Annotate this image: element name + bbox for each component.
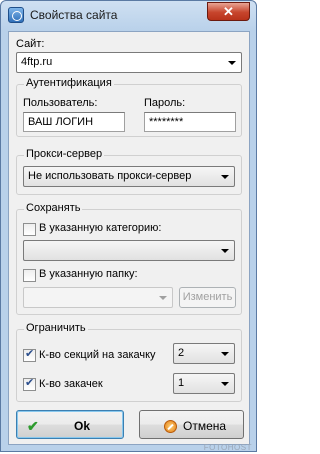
window-title: Свойства сайта [30, 8, 118, 22]
category-select[interactable] [23, 240, 235, 261]
chevron-down-icon[interactable] [221, 249, 229, 253]
sections-checkbox[interactable] [23, 347, 36, 362]
cancel-button[interactable]: Отмена [139, 410, 244, 439]
change-folder-button[interactable]: Изменить [179, 287, 236, 308]
password-label: Пароль: [144, 97, 186, 109]
proxy-selected-value: Не использовать прокси-сервер [28, 170, 192, 182]
sections-select[interactable]: 2 [173, 343, 235, 364]
save-group: Сохранять В указанную категорию: В указа… [16, 202, 242, 315]
limit-group-title: Ограничить [24, 322, 88, 334]
site-combobox[interactable]: 4ftp.ru [16, 52, 242, 73]
chevron-down-icon[interactable] [221, 382, 229, 386]
user-value: ВАШ ЛОГИН [28, 116, 94, 128]
downloads-label[interactable]: К-во закачек [39, 378, 103, 390]
title-bar[interactable]: Свойства сайта ✕ [1, 1, 256, 31]
sections-label[interactable]: К-во секций на закачку [39, 349, 156, 361]
proxy-group-title: Прокси-сервер [24, 148, 105, 160]
checkmark-icon: ✔ [27, 418, 39, 434]
downloads-select[interactable]: 1 [173, 373, 235, 394]
folder-combobox[interactable] [23, 287, 173, 308]
dialog-body: Сайт: 4ftp.ru Аутентификация Пользовател… [8, 31, 250, 445]
user-label: Пользователь: [23, 97, 98, 109]
cancel-label: Отмена [183, 419, 227, 433]
to-category-label[interactable]: В указанную категорию: [39, 222, 161, 234]
globe-icon [8, 7, 24, 23]
chevron-down-icon[interactable] [159, 296, 167, 300]
proxy-group: Прокси-сервер Не использовать прокси-сер… [16, 148, 242, 195]
site-label: Сайт: [16, 38, 45, 50]
auth-group-title: Аутентификация [24, 77, 114, 89]
dialog-window: Свойства сайта ✕ Сайт: 4ftp.ru Аутентифи… [0, 0, 257, 452]
chevron-down-icon[interactable] [221, 352, 229, 356]
chevron-down-icon[interactable] [228, 61, 236, 65]
to-folder-label[interactable]: В указанную папку: [39, 268, 138, 280]
password-value: ******** [149, 116, 184, 128]
chevron-down-icon[interactable] [221, 175, 229, 179]
user-input[interactable]: ВАШ ЛОГИН [23, 112, 125, 132]
limit-group: Ограничить К-во секций на закачку 2 К-во… [16, 322, 242, 402]
auth-group: Аутентификация Пользователь: Пароль: ВАШ… [16, 77, 242, 137]
downloads-checkbox[interactable] [23, 376, 36, 391]
to-folder-checkbox[interactable] [23, 269, 36, 282]
save-group-title: Сохранять [24, 202, 83, 214]
to-category-checkbox[interactable] [23, 223, 36, 236]
ok-button[interactable]: ✔ Ok [16, 410, 124, 439]
downloads-value: 1 [178, 377, 185, 389]
ok-label: Ok [74, 419, 91, 433]
site-value: 4ftp.ru [21, 56, 53, 68]
password-input[interactable]: ******** [144, 112, 236, 132]
sections-value: 2 [178, 347, 185, 359]
cancel-icon [164, 420, 177, 433]
proxy-select[interactable]: Не использовать прокси-сервер [23, 166, 235, 187]
close-button[interactable]: ✕ [207, 2, 250, 21]
watermark: FOTOHOST [203, 443, 252, 452]
